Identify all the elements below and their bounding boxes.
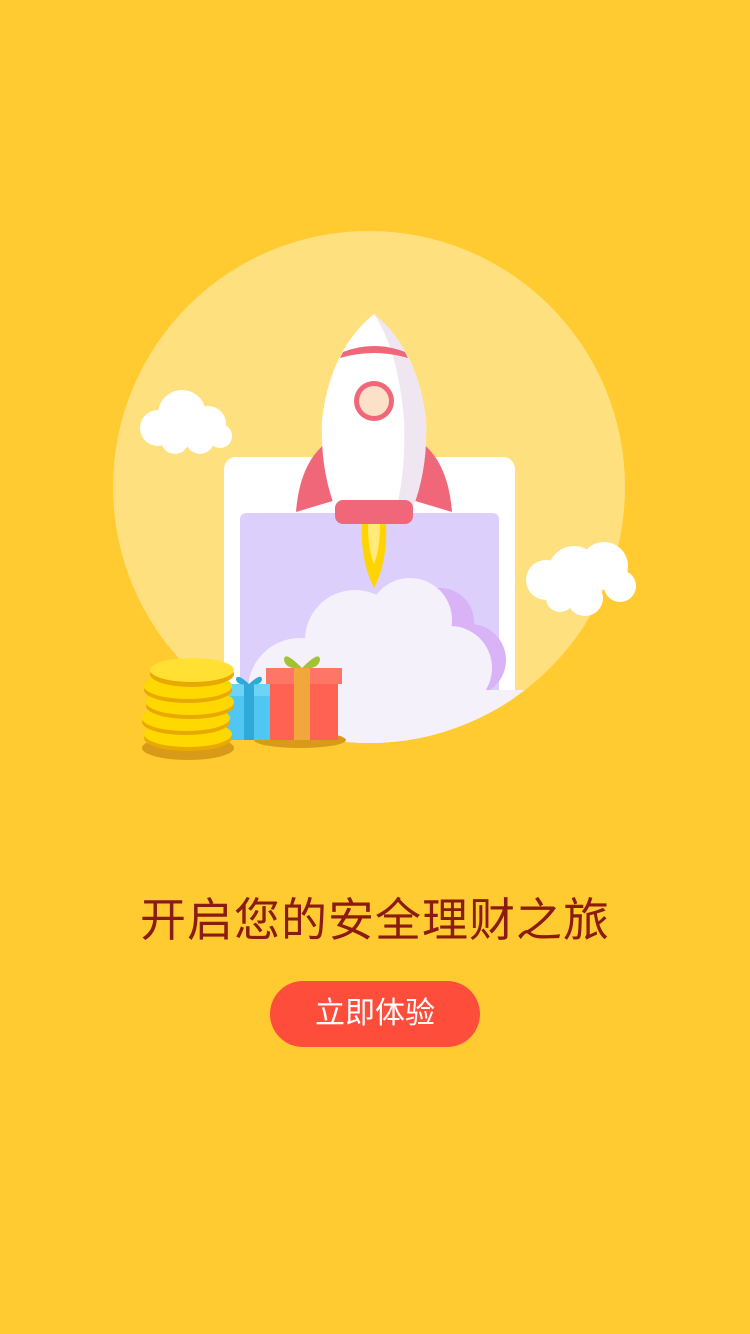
try-now-button[interactable]: 立即体验 [270, 981, 480, 1047]
coin-stack-icon [142, 658, 234, 760]
hero-illustration [113, 231, 636, 760]
gift-box-icon [266, 656, 342, 740]
page-headline: 开启您的安全理财之旅 [140, 893, 610, 947]
